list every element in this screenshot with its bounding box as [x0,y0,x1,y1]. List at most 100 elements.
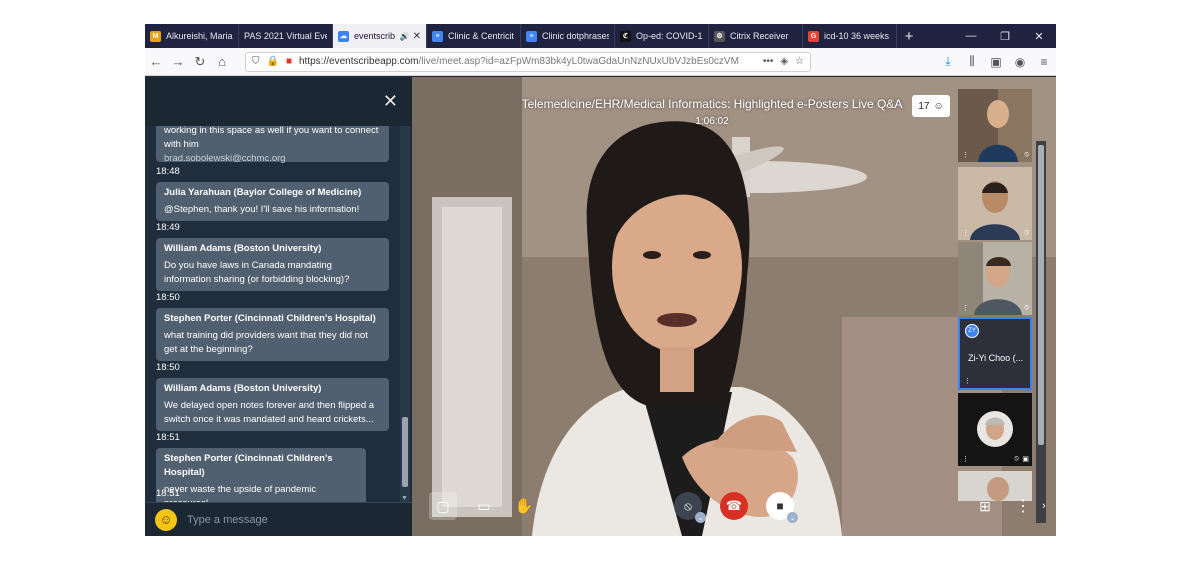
forward-icon[interactable]: → [167,54,189,69]
tile-more-icon[interactable]: ⋮ [962,229,969,237]
user-icon: M [150,30,161,42]
chat-messages[interactable]: working in this space as well if you wan… [145,126,412,502]
emoji-icon[interactable]: ☺ [155,508,177,531]
docs-icon: ≡ [526,30,537,42]
tab-eventscribe[interactable]: ☁ eventscrib 🔊 ✕ [333,24,427,48]
monitor-icon: ▭ [477,497,491,514]
pocket-icon[interactable]: ◈ [780,56,788,67]
message-text: what training did providers want that th… [164,330,368,355]
participant-scrollbar[interactable] [1036,141,1046,523]
chat-toggle-button[interactable]: ▢ [429,492,457,520]
more-options-button[interactable]: ⋮ [1015,495,1031,517]
page-actions-button[interactable]: ••• [763,56,774,67]
grid-icon: ⊞ [979,497,991,514]
scroll-thumb[interactable] [402,417,408,487]
download-icon[interactable]: ⤓ [936,54,960,69]
mute-button[interactable]: ⦸ ⌄ [674,492,706,523]
tab-label: PAS 2021 Virtual Even [244,31,327,41]
camera-button[interactable]: ■ ⌄ [766,492,798,523]
message-time: 18:51 [156,488,180,499]
message-email: brad.sobolewski@cchmc.org [164,153,286,164]
tile-more-icon[interactable]: ⋮ [962,151,969,159]
citrix-icon: ⚙ [714,30,725,42]
tab-label: Op-ed: COVID-1 [636,31,703,41]
new-tab-button[interactable]: + [897,24,921,48]
participant-count-button[interactable]: 17 ☺ [912,95,950,117]
message-text: working in this space as well if you wan… [164,126,379,136]
tile-more-icon[interactable]: ⋮ [962,304,969,312]
account-icon[interactable]: ◉ [1008,55,1032,69]
session-timer: 1:06:02 [695,116,729,127]
raise-hand-button[interactable]: ✋ [510,492,538,520]
participant-tile[interactable]: ⋮ ⦸ [958,242,1032,315]
participant-tile-selected[interactable]: ZY Zi-Yi Choo (... ⋮ [958,317,1032,390]
lock-icon[interactable]: 🔒 [267,56,279,67]
tab-alkureishi[interactable]: M Alkureishi, Maria [145,24,239,48]
grid-view-button[interactable]: ⊞ [974,495,996,517]
minimize-icon[interactable]: — [954,30,988,42]
tab-oped[interactable]: ℭ Op-ed: COVID-1 [615,24,709,48]
kebab-icon: ⋮ [1015,498,1031,515]
participant-tile[interactable]: ⋮ ⦸ ▣ [958,393,1032,466]
chat-scrollbar[interactable]: ▼ [400,126,410,502]
leave-call-button[interactable]: ☎ [720,492,748,520]
menu-icon[interactable]: ≡ [1032,55,1056,69]
participant-tile[interactable]: ⋮ ⦸ [958,167,1032,240]
phone-hangup-icon: ☎ [725,498,743,513]
message-time: 18:48 [156,166,180,177]
toolbar-right: ⤓ ⫼ ▣ ◉ ≡ [936,54,1056,69]
tab-icd10[interactable]: Gicd-10 36 weeks [803,24,897,48]
tab-clinic-centricity[interactable]: ≡ Clinic & Centricit [427,24,521,48]
tab-clinic-dotphrases[interactable]: ≡ Clinic dotphrases [521,24,615,48]
chevron-right-icon[interactable]: › [1042,500,1046,512]
bookmark-star-icon[interactable]: ☆ [795,56,804,67]
tab-pas2021[interactable]: PAS 2021 Virtual Even [239,24,333,48]
message-input[interactable] [187,513,402,526]
tile-more-icon[interactable]: ⋮ [964,377,971,385]
chat-message: Julia Yarahuan (Baylor College of Medici… [156,182,389,221]
share-screen-button[interactable]: ▭ [470,492,498,520]
close-tab-icon[interactable]: ✕ [413,31,421,42]
window-controls: — ❐ ✕ [954,24,1056,48]
message-text: Do you have laws in Canada mandating inf… [164,260,350,285]
chat-panel: ✕ working in this space as well if you w… [145,77,412,536]
video-stage: Telemedicine/EHR/Medical Informatics: Hi… [412,77,1056,536]
participant-video [958,167,1032,240]
message-time: 18:50 [156,292,180,303]
video-camera-icon: ■ [776,499,784,513]
message-author: William Adams (Boston University) [164,243,322,254]
nyt-icon: ℭ [620,30,631,42]
close-window-icon[interactable]: ✕ [1022,30,1056,43]
scroll-down-icon[interactable]: ▼ [401,495,408,502]
url-text[interactable]: https://eventscribeapp.com/live/meet.asp… [299,56,756,67]
chat-message: working in this space as well if you wan… [156,126,389,164]
home-icon[interactable]: ⌂ [211,54,233,69]
participant-tile[interactable]: ⋮ ⦸ [958,89,1032,162]
chevron-down-icon[interactable]: ⌄ [787,512,798,523]
sidebar-icon[interactable]: ▣ [984,55,1008,69]
message-author: William Adams (Boston University) [164,383,322,394]
hand-icon: ✋ [514,498,534,515]
chat-header: ✕ [145,77,412,126]
message-time: 18:49 [156,222,180,233]
reload-icon[interactable]: ↻ [189,54,211,70]
address-bar[interactable]: ⛉ 🔒 ■ https://eventscribeapp.com/live/me… [245,51,811,72]
message-text: We delayed open notes forever and then f… [164,400,375,425]
tab-label: Clinic dotphrases [542,31,609,41]
chat-bubble-icon: ▢ [436,497,450,514]
participant-count: 17 [918,100,930,112]
tab-label: icd-10 36 weeks [824,31,890,41]
restore-icon[interactable]: ❐ [988,30,1022,43]
chevron-down-icon[interactable]: ⌄ [695,512,706,523]
library-icon[interactable]: ⫼ [960,54,984,69]
scroll-thumb[interactable] [1038,145,1044,445]
speaker-icon[interactable]: 🔊 [400,32,410,41]
camera-icon[interactable]: ■ [286,56,292,67]
tile-more-icon[interactable]: ⋮ [962,455,969,463]
shield-icon[interactable]: ⛉ [252,56,260,67]
back-icon[interactable]: ← [145,54,167,69]
docs-icon: ≡ [432,30,443,42]
url-host: https://eventscribeapp.com [299,56,419,67]
tab-citrix[interactable]: ⚙ Citrix Receiver [709,24,803,48]
close-chat-button[interactable]: ✕ [383,91,398,112]
